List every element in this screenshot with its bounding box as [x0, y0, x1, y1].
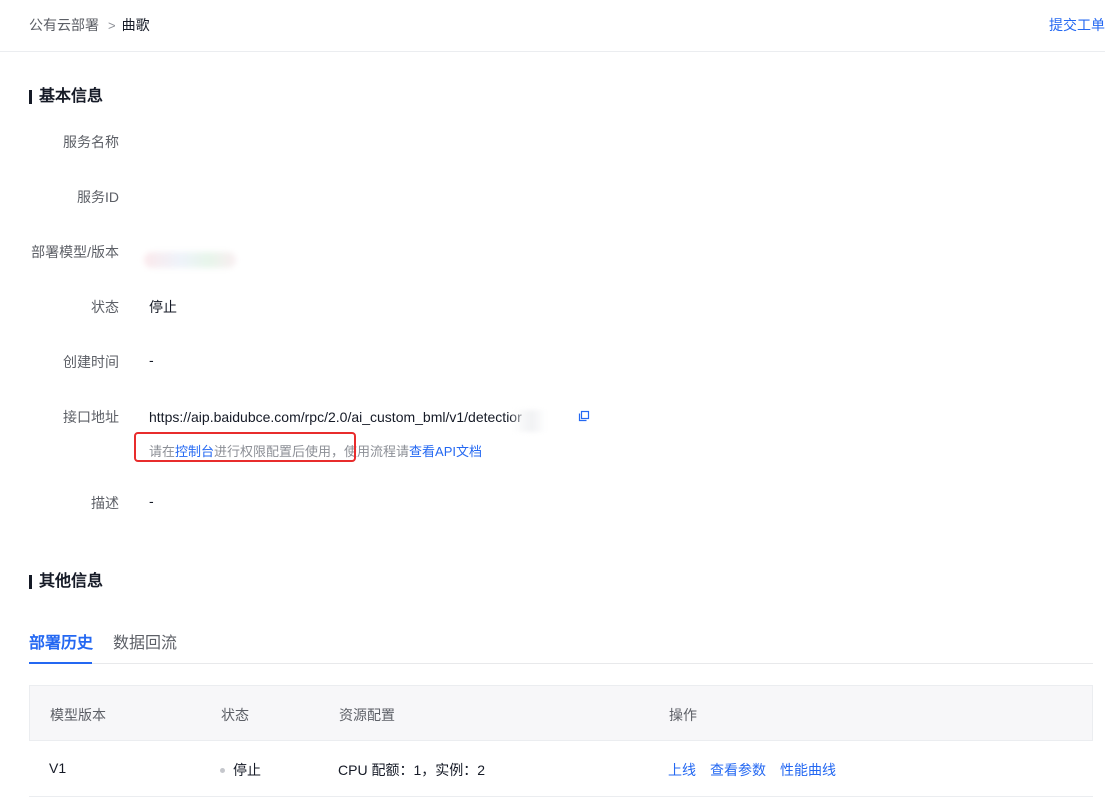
tab-data-reflow[interactable]: 数据回流 [113, 629, 177, 653]
section-title-basic-info: 基本信息 [29, 88, 103, 106]
status-dot-icon [220, 767, 225, 773]
action-view-params-button[interactable]: 查看参数 [710, 762, 766, 778]
table-header: 模型版本 状态 资源配置 操作 [29, 685, 1093, 741]
redacted-model-version [144, 252, 236, 268]
col-header-resources: 资源配置 [339, 707, 395, 723]
col-header-version: 模型版本 [50, 707, 106, 723]
breadcrumb-parent[interactable]: 公有云部署 [29, 17, 99, 33]
description-value: - [149, 493, 154, 509]
tab-deploy-history[interactable]: 部署历史 [29, 629, 93, 653]
created-at-value: - [149, 352, 154, 368]
tab-bar: 部署历史 数据回流 [29, 622, 1093, 664]
service-name-label: 服务名称 [63, 134, 119, 150]
cell-status-text: 停止 [233, 762, 261, 778]
action-online-button[interactable]: 上线 [668, 762, 696, 778]
api-doc-link[interactable]: 查看API文档 [409, 444, 482, 459]
deploy-history-table: 模型版本 状态 资源配置 操作 V1 停止 CPU 配额：1，实例：2 上线 查看… [29, 685, 1093, 797]
breadcrumb-current: 曲歌 [121, 17, 150, 33]
cell-resources: CPU 配额：1，实例：2 [338, 762, 486, 778]
table-row: V1 停止 CPU 配额：1，实例：2 上线 查看参数 性能曲线 [29, 741, 1093, 797]
submit-ticket-link[interactable]: 提交工单 [1049, 15, 1105, 35]
status-value: 停止 [149, 299, 177, 315]
section-title-other-info: 其他信息 [29, 573, 103, 591]
cell-actions: 上线 查看参数 性能曲线 [668, 760, 850, 780]
breadcrumb: 公有云部署 > 曲歌 [29, 15, 150, 35]
col-header-status: 状态 [221, 707, 249, 723]
active-tab-indicator [29, 662, 92, 664]
status-label: 状态 [91, 299, 119, 315]
copy-icon[interactable] [578, 410, 590, 422]
url-redaction-fade [512, 410, 546, 432]
breadcrumb-separator-icon: > [108, 18, 116, 33]
action-performance-curve-button[interactable]: 性能曲线 [780, 762, 836, 778]
description-label: 描述 [91, 495, 119, 511]
highlight-box [134, 432, 356, 462]
created-at-label: 创建时间 [63, 354, 119, 370]
top-bar: 公有云部署 > 曲歌 提交工单 [0, 0, 1105, 52]
col-header-actions: 操作 [669, 707, 697, 723]
cell-version: V1 [49, 760, 67, 776]
model-version-label: 部署模型/版本 [31, 244, 119, 260]
api-url-label: 接口地址 [63, 409, 119, 425]
cell-status: 停止 [220, 760, 261, 780]
service-id-label: 服务ID [77, 189, 119, 205]
api-url-value: https://aip.baidubce.com/rpc/2.0/ai_cust… [149, 409, 522, 425]
